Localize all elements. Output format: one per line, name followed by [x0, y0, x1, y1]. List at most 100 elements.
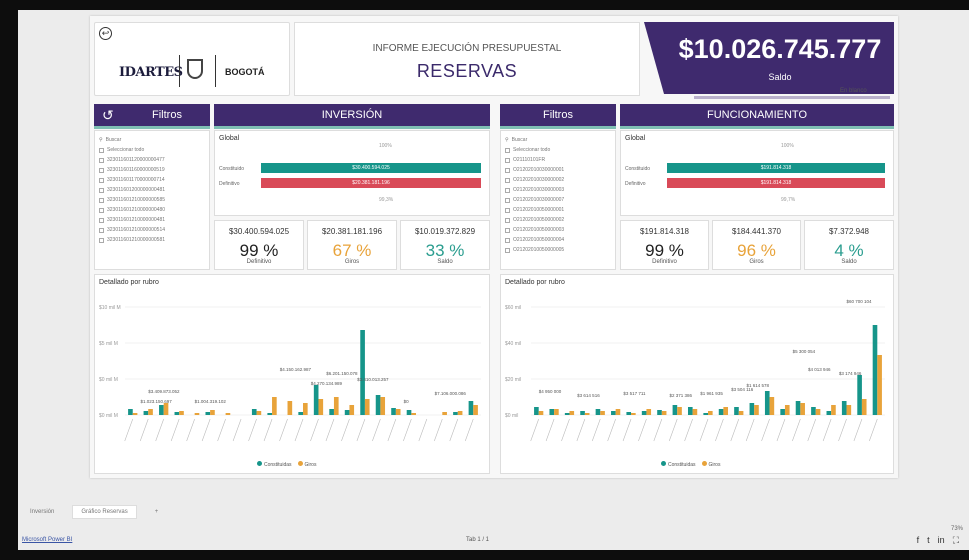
- top-percent: 100%: [379, 143, 392, 149]
- kpi-percent: 33 %: [425, 241, 465, 260]
- filter-item[interactable]: 323011601160000000519: [99, 165, 165, 175]
- checkbox[interactable]: [505, 157, 510, 163]
- checkbox[interactable]: [505, 167, 510, 173]
- bar-giros: [148, 409, 153, 415]
- checkbox[interactable]: [505, 187, 510, 193]
- filter-item[interactable]: O21202010030000001: [505, 165, 564, 175]
- bar-giros: [646, 409, 652, 415]
- checkbox[interactable]: [505, 177, 510, 183]
- checkbox[interactable]: [505, 207, 510, 213]
- bar-giros: [831, 405, 836, 415]
- checkbox[interactable]: [505, 217, 510, 223]
- bar-constituidas: [159, 405, 164, 415]
- bar-constituidas: [718, 409, 724, 415]
- data-label: $2 371 386: [670, 393, 693, 398]
- x-tick-label: [356, 418, 366, 442]
- x-tick-label: [745, 418, 755, 442]
- x-tick-label: [792, 418, 801, 442]
- tab-grafico-reservas[interactable]: Gráfico Reservas: [72, 505, 137, 519]
- checkbox[interactable]: [505, 147, 510, 153]
- x-tick-label: [838, 418, 847, 442]
- checkbox[interactable]: [99, 217, 104, 223]
- filter-item[interactable]: O21202010030000007: [505, 195, 564, 205]
- checkbox[interactable]: [99, 237, 104, 243]
- filter-item[interactable]: O21110101FR: [505, 155, 564, 165]
- app-window: ↩ IDARTES BOGOTÁ INFORME EJECUCIÓN PRESU…: [18, 10, 969, 550]
- y-tick-label: $0 mil: [505, 413, 518, 419]
- add-tab-button[interactable]: +: [155, 509, 159, 515]
- funcionamiento-filters-header[interactable]: Filtros: [500, 104, 616, 126]
- inversion-filters-header[interactable]: ↺ Filtros: [94, 104, 210, 126]
- fullscreen-icon[interactable]: ⛶: [953, 535, 959, 546]
- filter-item[interactable]: O21202010050000004: [505, 235, 564, 245]
- kpi-percent: 67 %: [332, 241, 372, 260]
- filter-item[interactable]: 323011601170000000714: [99, 175, 165, 185]
- filter-item[interactable]: O21202010050000005: [505, 245, 564, 255]
- inversion-chart-panel: Detallado por rubro $10 mil M $5 mil M $0 …: [94, 274, 490, 474]
- x-tick-label: [155, 418, 164, 442]
- checkbox[interactable]: [505, 237, 510, 243]
- checkbox[interactable]: [99, 167, 104, 173]
- checkbox[interactable]: [505, 227, 510, 233]
- bar-constituidas: [580, 411, 585, 415]
- filter-item[interactable]: O21202010050000003: [505, 225, 564, 235]
- bar-giros: [784, 405, 790, 415]
- checkbox[interactable]: [99, 157, 104, 163]
- x-tick-label: [715, 418, 724, 442]
- powerbi-link[interactable]: Microsoft Power BI: [22, 537, 72, 543]
- tab-inversion[interactable]: Inversión: [30, 509, 54, 515]
- x-tick-label: [387, 418, 397, 442]
- twitter-icon[interactable]: t: [927, 535, 930, 546]
- facebook-icon[interactable]: f: [917, 535, 920, 546]
- x-tick-label: [591, 418, 601, 442]
- bar-constituidas: [657, 410, 662, 415]
- checkbox[interactable]: [99, 207, 104, 213]
- x-tick-label: [248, 418, 257, 442]
- x-tick-label: [310, 418, 319, 442]
- checkbox[interactable]: [505, 247, 510, 253]
- filter-item[interactable]: O21202010050000002: [505, 215, 564, 225]
- checkbox[interactable]: [99, 227, 104, 233]
- kpi-label: Definitivo: [246, 259, 272, 265]
- checkbox[interactable]: [99, 197, 104, 203]
- filter-item[interactable]: 323011601210000000514: [99, 225, 165, 235]
- filter-search[interactable]: ⚲ Buscar: [99, 135, 165, 145]
- filter-search[interactable]: ⚲ Buscar: [505, 135, 564, 145]
- constituido-bar[interactable]: $30.400.594.025: [261, 163, 481, 173]
- bar-giros: [442, 412, 447, 415]
- reset-arrow-icon[interactable]: ↺: [102, 104, 114, 126]
- constituido-bar[interactable]: $191.814.318: [667, 163, 885, 173]
- checkbox[interactable]: [505, 197, 510, 203]
- filter-select-all[interactable]: Seleccionar todo: [99, 145, 165, 155]
- bar-constituidas: [375, 395, 381, 415]
- back-arrow-icon[interactable]: ↩: [99, 27, 112, 40]
- filter-select-all[interactable]: Seleccionar todo: [505, 145, 564, 155]
- filter-item[interactable]: 323011601120000000477: [99, 155, 165, 165]
- bar-constituidas: [872, 325, 878, 415]
- filter-item[interactable]: O21202010030000003: [505, 185, 564, 195]
- bar-constituidas: [534, 407, 539, 415]
- filter-item[interactable]: O21202010050000001: [505, 205, 564, 215]
- filter-item[interactable]: O21202010030000002: [505, 175, 564, 185]
- definitivo-bar[interactable]: $191.814.318: [667, 178, 885, 188]
- data-label: $4 013 946: [808, 367, 831, 372]
- checkbox[interactable]: [99, 177, 104, 183]
- filter-item[interactable]: 323011601200000000481: [99, 185, 165, 195]
- bar-giros: [179, 411, 184, 415]
- bottom-percent: 99,7%: [781, 197, 796, 203]
- kpi-label: Giros: [344, 259, 360, 265]
- inversion-bar-chart[interactable]: $10 mil M $5 mil M $0 mil M $0 mil M $3.409.…: [95, 275, 491, 475]
- funcionamiento-bar-chart[interactable]: $60 mil $40 mil $20 mil $0 mil $4 950 000 $3 …: [501, 275, 895, 475]
- definitivo-bar[interactable]: $20.381.181.196: [261, 178, 481, 188]
- filter-item[interactable]: 323011601210000000481: [99, 215, 165, 225]
- bar-giros: [815, 409, 821, 415]
- filter-item[interactable]: 323011601210000000581: [99, 235, 165, 245]
- x-tick-label: [530, 418, 539, 442]
- checkbox[interactable]: [99, 147, 104, 153]
- linkedin-icon[interactable]: in: [938, 535, 945, 546]
- checkbox[interactable]: [99, 187, 104, 193]
- bar-constituidas: [143, 411, 149, 415]
- filter-item[interactable]: 323011601210000000585: [99, 195, 165, 205]
- search-icon: ⚲: [505, 137, 509, 143]
- filter-item[interactable]: 323011601210000000480: [99, 205, 165, 215]
